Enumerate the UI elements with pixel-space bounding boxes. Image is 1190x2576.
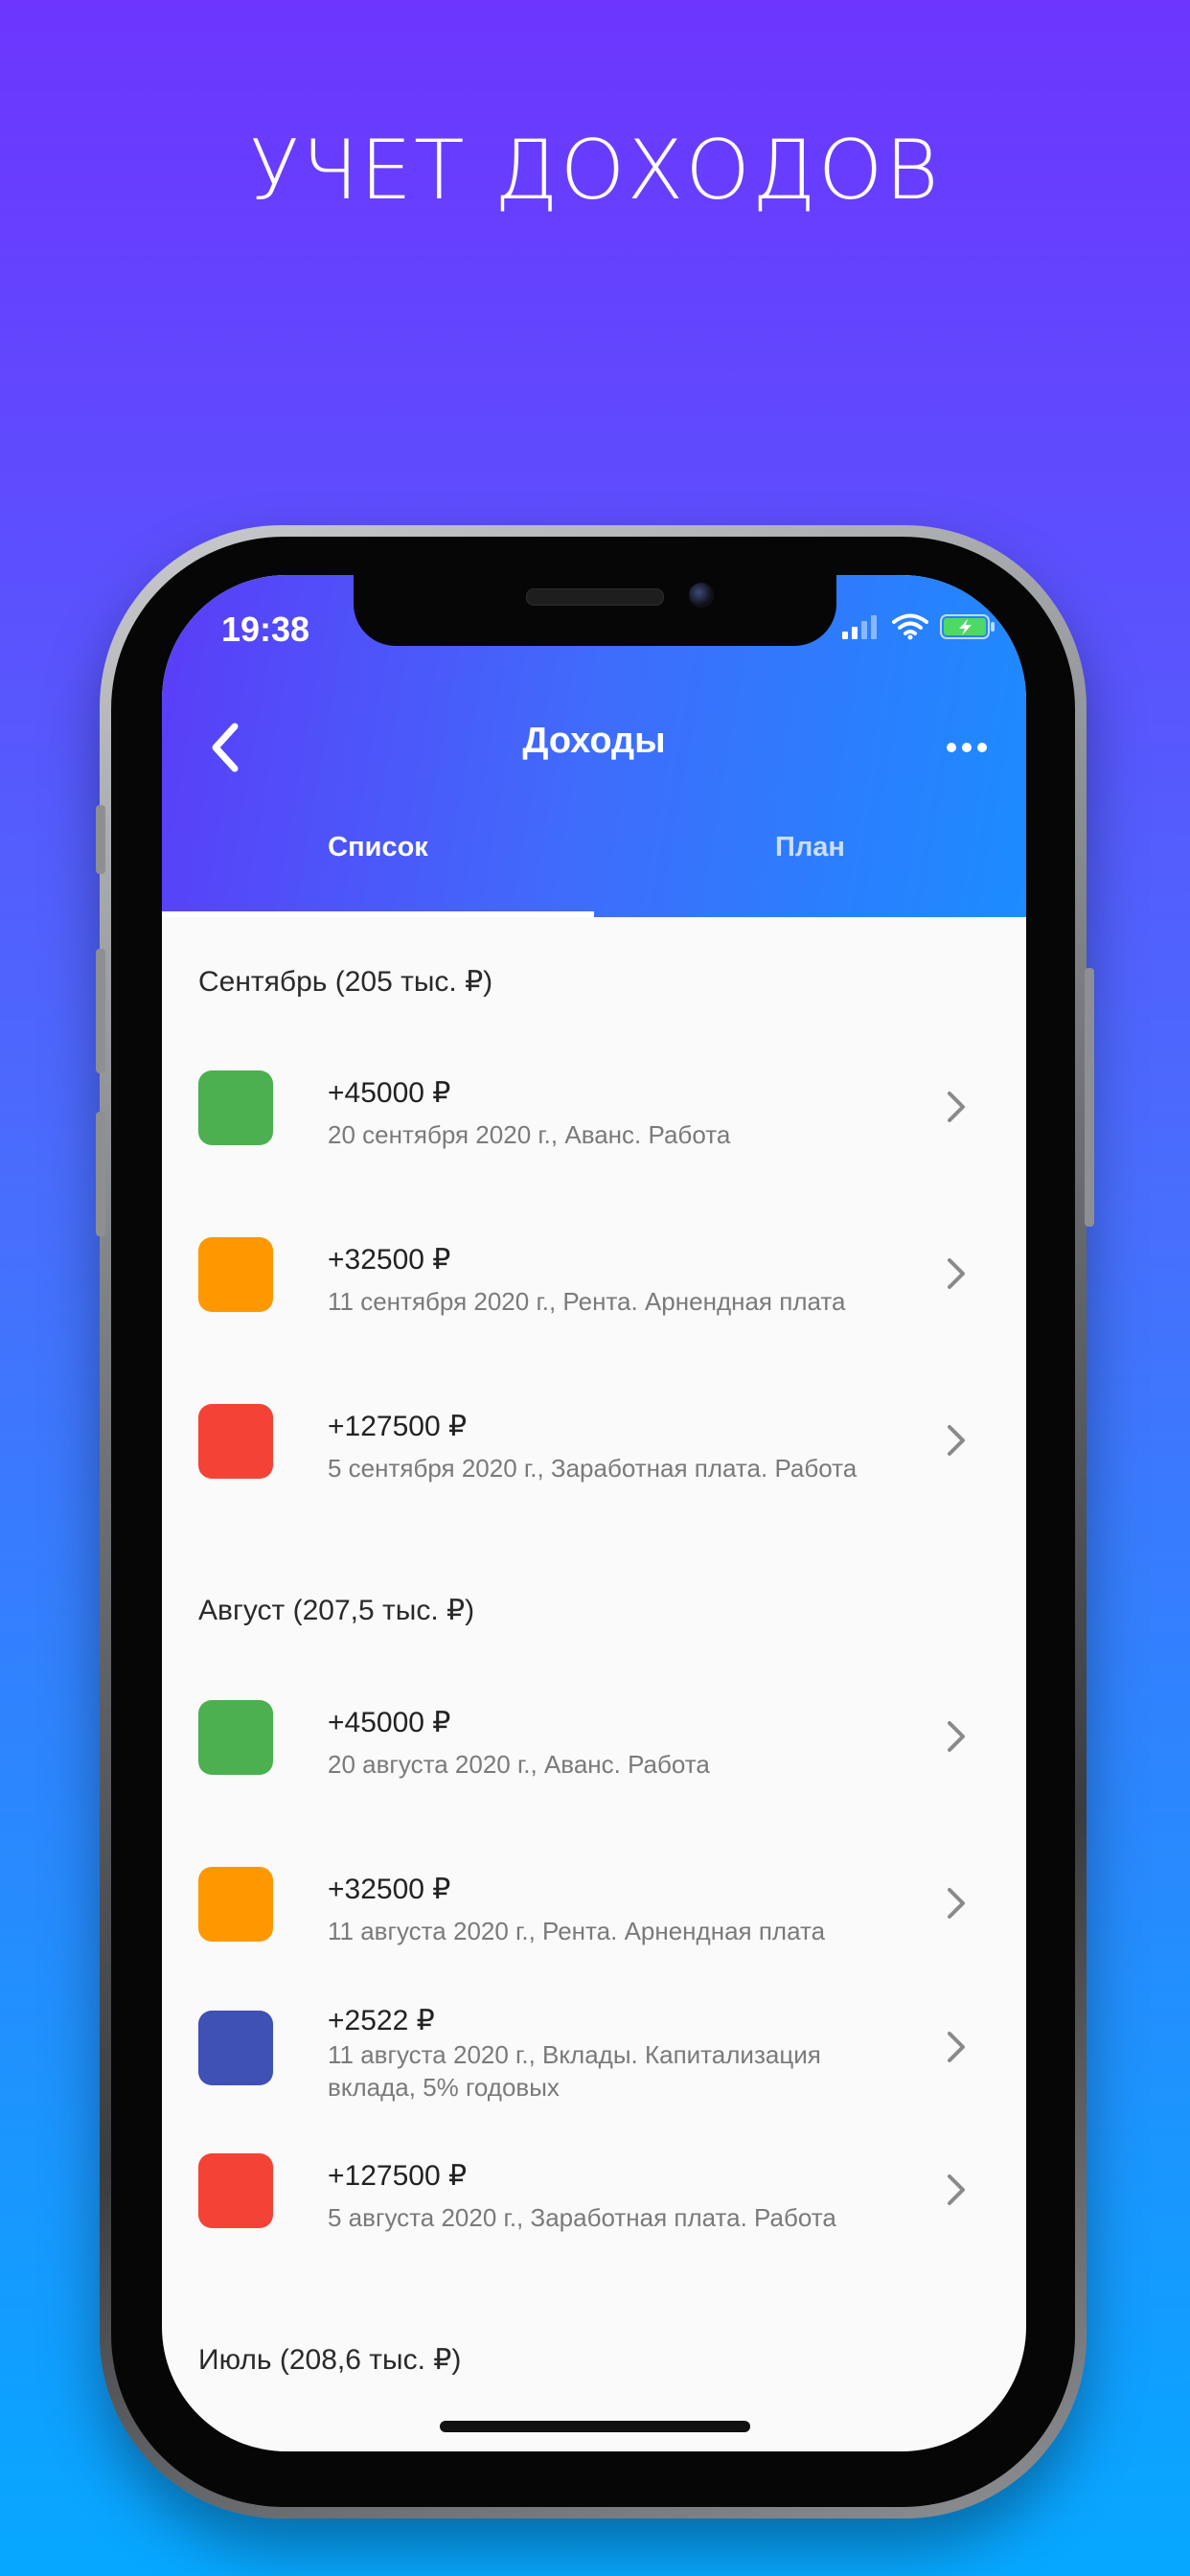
section-header-september: Сентябрь (205 тыс. ₽) — [198, 966, 493, 998]
category-color-swatch — [198, 1700, 273, 1775]
active-tab-indicator — [162, 911, 594, 917]
chevron-right-icon — [948, 2032, 965, 2062]
tab-list[interactable]: Список — [162, 832, 594, 863]
chevron-right-icon — [948, 1888, 965, 1919]
category-color-swatch — [198, 1404, 273, 1479]
chevron-right-icon — [948, 1425, 965, 1456]
list-item[interactable]: +45000 ₽ 20 сентября 2020 г., Аванс. Раб… — [162, 1070, 1026, 1214]
list-item[interactable]: +127500 ₽ 5 сентября 2020 г., Заработная… — [162, 1404, 1026, 1548]
chevron-right-icon — [948, 1258, 965, 1289]
speaker-grille — [526, 588, 664, 606]
phone-volume-up-button — [96, 949, 105, 1073]
phone-volume-down-button — [96, 1112, 105, 1236]
item-amount: +127500 ₽ — [328, 2160, 468, 2192]
chevron-right-icon — [948, 1092, 965, 1122]
notch — [354, 575, 836, 646]
more-button[interactable] — [940, 728, 997, 767]
wifi-icon — [892, 613, 928, 640]
section-header-august: Август (207,5 тыс. ₽) — [198, 1595, 475, 1626]
app-header: 19:38 Доходы Список План — [162, 575, 1026, 917]
item-amount: +2522 ₽ — [328, 2005, 435, 2036]
cellular-signal-icon — [842, 615, 877, 639]
chevron-right-icon — [948, 1721, 965, 1752]
list-item[interactable]: +127500 ₽ 5 августа 2020 г., Заработная … — [162, 2153, 1026, 2297]
category-color-swatch — [198, 1237, 273, 1312]
category-color-swatch — [198, 2153, 273, 2228]
item-description: 11 сентября 2020 г., Рента. Арнендная пл… — [328, 1287, 846, 1316]
list-item[interactable]: +2522 ₽ 11 августа 2020 г., Вклады. Капи… — [162, 2005, 1026, 2154]
chevron-right-icon — [948, 2174, 965, 2205]
item-description: 11 августа 2020 г., Рента. Арнендная пла… — [328, 1917, 826, 1945]
status-time: 19:38 — [221, 610, 310, 649]
phone-mute-switch — [96, 805, 105, 874]
front-camera — [689, 583, 714, 608]
app-screen: 19:38 Доходы Список План Сентябрь (205 т… — [162, 575, 1026, 2451]
category-color-swatch — [198, 1070, 273, 1145]
section-header-july: Июль (208,6 тыс. ₽) — [198, 2344, 462, 2376]
item-amount: +45000 ₽ — [328, 1707, 451, 1738]
item-description: 5 августа 2020 г., Заработная плата. Раб… — [328, 2203, 836, 2232]
item-description: 20 сентября 2020 г., Аванс. Работа — [328, 1120, 731, 1149]
battery-charging-icon — [940, 614, 995, 639]
item-description: 11 августа 2020 г., Вклады. Капитализаци… — [328, 2040, 821, 2102]
item-amount: +32500 ₽ — [328, 1244, 451, 1276]
list-item[interactable]: +45000 ₽ 20 августа 2020 г., Аванс. Рабо… — [162, 1700, 1026, 1844]
home-indicator[interactable] — [440, 2421, 750, 2432]
page-title: Доходы — [522, 721, 666, 761]
item-amount: +45000 ₽ — [328, 1077, 451, 1109]
item-amount: +32500 ₽ — [328, 1874, 451, 1905]
item-description: 5 сентября 2020 г., Заработная плата. Ра… — [328, 1454, 858, 1483]
category-color-swatch — [198, 1867, 273, 1942]
item-amount: +127500 ₽ — [328, 1411, 468, 1442]
list-item[interactable]: +32500 ₽ 11 августа 2020 г., Рента. Арне… — [162, 1867, 1026, 2011]
promo-title: УЧЕТ ДОХОДОВ — [249, 123, 941, 218]
more-horizontal-icon — [947, 743, 987, 752]
category-color-swatch — [198, 2011, 273, 2085]
tab-plan[interactable]: План — [594, 832, 1026, 863]
list-item[interactable]: +32500 ₽ 11 сентября 2020 г., Рента. Арн… — [162, 1237, 1026, 1381]
item-description: 20 августа 2020 г., Аванс. Работа — [328, 1750, 710, 1779]
status-icons — [842, 613, 995, 640]
phone-power-button — [1085, 968, 1094, 1227]
